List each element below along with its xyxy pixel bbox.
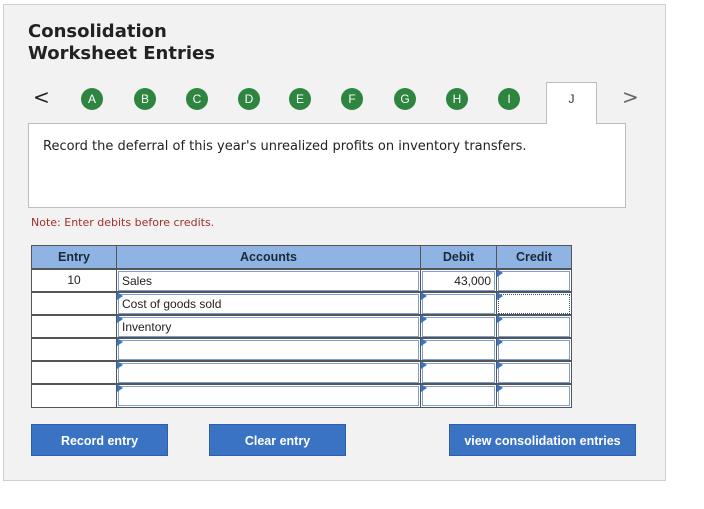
- credit-input[interactable]: [498, 271, 570, 291]
- entry-cell: [31, 315, 117, 338]
- tab-b[interactable]: B: [134, 88, 156, 110]
- entry-cell: 10: [31, 269, 117, 292]
- tab-d[interactable]: D: [238, 88, 260, 110]
- page-title: Consolidation Worksheet Entries: [28, 21, 215, 65]
- worksheet-panel: [3, 4, 666, 481]
- credit-input-focused[interactable]: [498, 294, 570, 314]
- instruction-text: Record the deferral of this year's unrea…: [43, 139, 527, 154]
- clear-entry-button[interactable]: Clear entry: [209, 424, 346, 456]
- dropdown-flag-icon: [421, 384, 427, 392]
- credit-input[interactable]: [498, 386, 570, 406]
- account-input[interactable]: Inventory: [118, 317, 419, 337]
- debit-input[interactable]: 43,000: [422, 271, 495, 291]
- dropdown-flag-icon: [497, 338, 503, 346]
- dropdown-flag-icon: [117, 338, 123, 346]
- tab-f[interactable]: F: [341, 88, 363, 110]
- dropdown-flag-icon: [497, 292, 503, 300]
- debit-input[interactable]: [422, 363, 495, 383]
- account-input[interactable]: Sales: [118, 271, 419, 291]
- title-line-2: Worksheet Entries: [28, 43, 215, 64]
- entry-cell: [31, 338, 117, 361]
- record-entry-button[interactable]: Record entry: [31, 424, 168, 456]
- account-input[interactable]: Cost of goods sold: [118, 294, 419, 314]
- tab-e[interactable]: E: [289, 88, 311, 110]
- entry-cell: [31, 292, 117, 315]
- debit-input[interactable]: [422, 340, 495, 360]
- dropdown-flag-icon: [497, 315, 503, 323]
- dropdown-flag-icon: [117, 315, 123, 323]
- debit-input[interactable]: [422, 294, 495, 314]
- credit-input[interactable]: [498, 363, 570, 383]
- tab-a[interactable]: A: [81, 88, 103, 110]
- tab-j-active[interactable]: J: [546, 82, 597, 124]
- tab-g[interactable]: G: [394, 88, 416, 110]
- next-arrow-icon[interactable]: >: [622, 87, 639, 107]
- tab-h[interactable]: H: [446, 88, 468, 110]
- dropdown-flag-icon: [497, 361, 503, 369]
- prev-arrow-icon[interactable]: <: [33, 87, 50, 107]
- account-input[interactable]: [118, 340, 419, 360]
- entry-cell: [31, 384, 117, 408]
- title-line-1: Consolidation: [28, 21, 167, 42]
- dropdown-flag-icon: [117, 361, 123, 369]
- dropdown-flag-icon: [117, 384, 123, 392]
- tab-i[interactable]: I: [498, 88, 520, 110]
- view-consolidation-entries-button[interactable]: view consolidation entries: [449, 424, 636, 456]
- dropdown-flag-icon: [117, 292, 123, 300]
- dropdown-flag-icon: [421, 292, 427, 300]
- tab-c[interactable]: C: [186, 88, 208, 110]
- account-input[interactable]: [118, 363, 419, 383]
- header-credit: Credit: [496, 245, 572, 269]
- credit-input[interactable]: [498, 340, 570, 360]
- debit-input[interactable]: [422, 386, 495, 406]
- debit-input[interactable]: [422, 317, 495, 337]
- header-entry: Entry: [31, 245, 117, 269]
- header-accounts: Accounts: [116, 245, 421, 269]
- dropdown-flag-icon: [497, 269, 503, 277]
- dropdown-flag-icon: [421, 315, 427, 323]
- header-debit: Debit: [420, 245, 497, 269]
- entry-cell: [31, 361, 117, 384]
- note-text: Note: Enter debits before credits.: [31, 216, 215, 229]
- instruction-box: Record the deferral of this year's unrea…: [28, 123, 626, 208]
- dropdown-flag-icon: [421, 338, 427, 346]
- credit-input[interactable]: [498, 317, 570, 337]
- account-input[interactable]: [118, 386, 419, 406]
- dropdown-flag-icon: [421, 361, 427, 369]
- dropdown-flag-icon: [497, 384, 503, 392]
